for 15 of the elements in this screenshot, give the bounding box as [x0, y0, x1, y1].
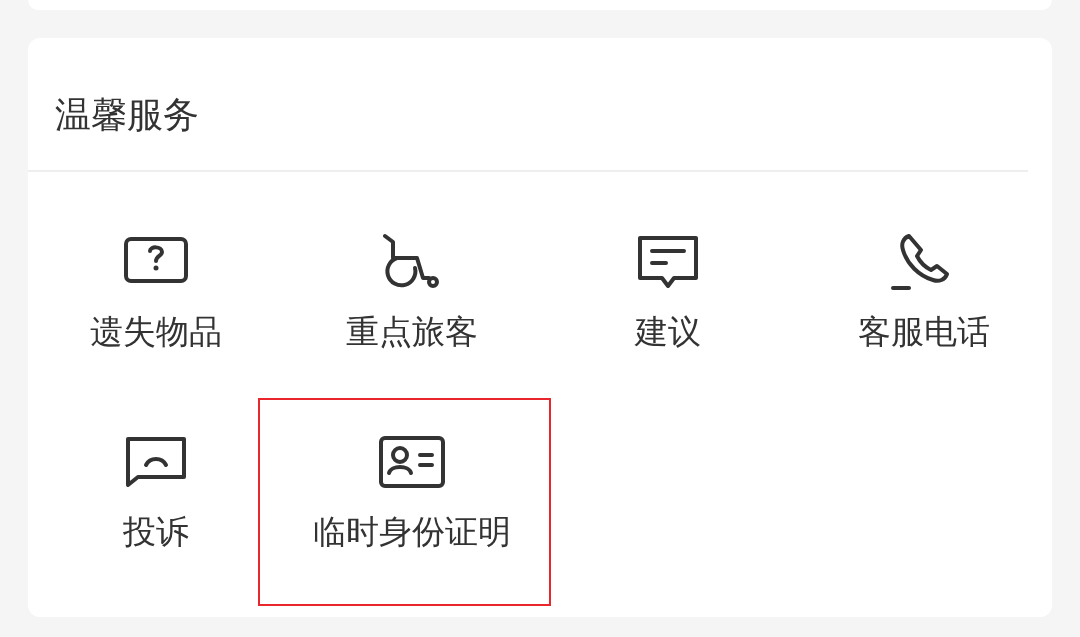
service-label: 建议 [635, 312, 701, 352]
service-item[interactable]: 建议 [540, 198, 796, 398]
highlighted-service-item[interactable]: 临时身份证明 [258, 398, 551, 606]
service-label: 投诉 [123, 512, 189, 552]
service-label: 临时身份证明 [313, 512, 511, 552]
id-card-icon [378, 435, 446, 489]
service-item[interactable]: 遗失物品 [28, 198, 284, 398]
service-label: 遗失物品 [90, 312, 222, 352]
service-item[interactable]: 重点旅客 [284, 198, 540, 398]
service-label: 重点旅客 [346, 312, 478, 352]
service-label: 客服电话 [858, 312, 990, 352]
sad-message-icon [124, 435, 188, 489]
message-icon [636, 234, 700, 290]
service-item[interactable]: 客服电话 [796, 198, 1052, 398]
section-title: 温馨服务 [54, 93, 200, 137]
